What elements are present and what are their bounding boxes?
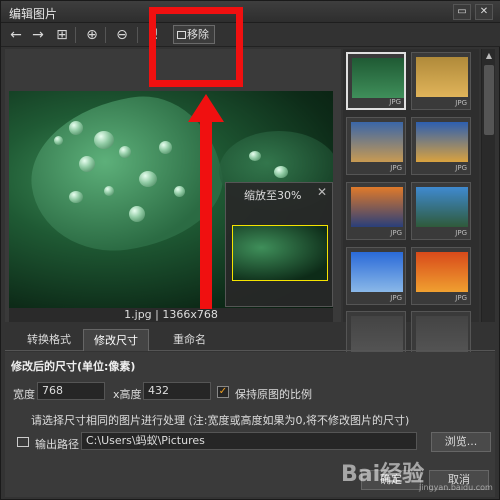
baidu-watermark: Bai经验 xyxy=(341,462,425,487)
keep-ratio-label: 保持原图的比例 xyxy=(235,388,312,401)
thumbnail-list: JPG JPG JPG JPG JPG JPG JPG JPG xyxy=(343,49,479,369)
thumbnail-image xyxy=(351,187,403,227)
water-drop xyxy=(79,156,95,172)
image-caption: 1.jpg | 1366x768 xyxy=(9,308,333,322)
toolbar-divider xyxy=(137,27,138,43)
water-drop xyxy=(54,136,63,145)
thumbnail-item[interactable]: JPG xyxy=(411,117,471,175)
output-path-label: 输出路径 xyxy=(35,438,79,451)
thumbnail-item[interactable]: JPG xyxy=(346,182,406,240)
thumbnail-format-tag: JPG xyxy=(455,229,467,237)
folder-icon xyxy=(17,437,29,447)
toolbar-divider xyxy=(105,27,106,43)
thumbnail-image xyxy=(352,58,404,98)
thumbnail-format-tag: JPG xyxy=(455,164,467,172)
thumbnail-image xyxy=(416,252,468,292)
tab-rename[interactable]: 重命名 xyxy=(163,329,216,351)
scroll-thumb[interactable] xyxy=(484,65,494,135)
thumbnail-item[interactable]: JPG xyxy=(411,182,471,240)
red-arrow-shaft xyxy=(200,119,212,309)
thumbnail-image xyxy=(351,122,403,162)
height-label: x高度 xyxy=(113,388,142,401)
highlight-box xyxy=(149,7,243,87)
water-drop xyxy=(274,166,288,178)
thumbnail-image xyxy=(416,57,468,97)
keep-ratio-checkbox[interactable]: ✓ xyxy=(217,386,229,398)
height-field[interactable]: 432 xyxy=(143,382,211,400)
water-drop xyxy=(139,171,157,187)
window-title: 编辑图片 xyxy=(9,7,58,21)
output-path-field[interactable]: C:\Users\蚂蚁\Pictures xyxy=(81,432,417,450)
thumbnail-item[interactable]: JPG xyxy=(346,52,406,110)
toolbar: ← → ⊞ ⊕ ⊖ ! 移除 xyxy=(1,23,500,47)
water-drop xyxy=(69,191,83,203)
zoom-in-icon[interactable]: ⊕ xyxy=(83,26,101,44)
thumbnail-item[interactable]: JPG xyxy=(411,247,471,305)
thumbnail-format-tag: JPG xyxy=(390,294,402,302)
resize-note: 请选择尺寸相同的图片进行处理 (注:宽度或高度如果为0,将不修改图片的尺寸) xyxy=(31,414,410,427)
tab-bar: 转换格式 修改尺寸 重命名 xyxy=(5,329,495,351)
toolbar-divider xyxy=(75,27,76,43)
red-arrow-head xyxy=(188,94,224,122)
zoom-overlay: 缩放至30% ✕ xyxy=(225,182,333,307)
browse-button[interactable]: 浏览... xyxy=(431,432,491,452)
zoom-out-icon[interactable]: ⊖ xyxy=(113,26,131,44)
thumbnail-format-tag: JPG xyxy=(455,294,467,302)
zoom-label: 缩放至30% xyxy=(244,189,302,202)
thumbnail-item[interactable]: JPG xyxy=(346,117,406,175)
water-drop xyxy=(69,121,83,135)
maximize-icon[interactable]: ▭ xyxy=(453,4,471,20)
water-drop xyxy=(159,141,172,154)
thumbnail-image xyxy=(416,187,468,227)
thumbnail-format-tag: JPG xyxy=(455,99,467,107)
thumbnail-image xyxy=(351,252,403,292)
water-drop xyxy=(174,186,185,197)
tab-resize[interactable]: 修改尺寸 xyxy=(83,329,149,351)
thumbnail-format-tag: JPG xyxy=(389,98,401,106)
thumbnail-image xyxy=(416,122,468,162)
water-drop xyxy=(129,206,145,222)
forward-arrow-icon[interactable]: → xyxy=(29,26,47,44)
thumbnail-format-tag: JPG xyxy=(390,229,402,237)
add-icon[interactable]: ⊞ xyxy=(53,26,71,44)
back-arrow-icon[interactable]: ← xyxy=(7,26,25,44)
section-title: 修改后的尺寸(单位:像素) xyxy=(11,360,136,373)
chevron-up-icon[interactable]: ▲ xyxy=(482,49,496,63)
baidu-watermark-url: jingyan.baidu.com xyxy=(419,483,493,492)
water-drop xyxy=(119,146,131,158)
thumbnail-scrollbar[interactable]: ▲ xyxy=(481,49,495,322)
water-drop xyxy=(249,151,261,161)
zoom-navigator[interactable] xyxy=(232,225,328,281)
edit-image-window: 编辑图片 ▭ ✕ ← → ⊞ ⊕ ⊖ ! 移除 移除 1.jpg | xyxy=(0,0,500,500)
close-icon[interactable]: ✕ xyxy=(317,185,327,199)
thumbnail-item[interactable]: JPG xyxy=(411,52,471,110)
titlebar: 编辑图片 ▭ ✕ xyxy=(1,1,500,23)
close-icon[interactable]: ✕ xyxy=(475,4,493,20)
thumbnail-format-tag: JPG xyxy=(390,164,402,172)
width-field[interactable]: 768 xyxy=(37,382,105,400)
width-label: 宽度 xyxy=(13,388,35,401)
thumbnail-item[interactable]: JPG xyxy=(346,247,406,305)
tab-convert-format[interactable]: 转换格式 xyxy=(17,329,81,351)
water-drop xyxy=(94,131,114,149)
water-drop xyxy=(104,186,114,196)
